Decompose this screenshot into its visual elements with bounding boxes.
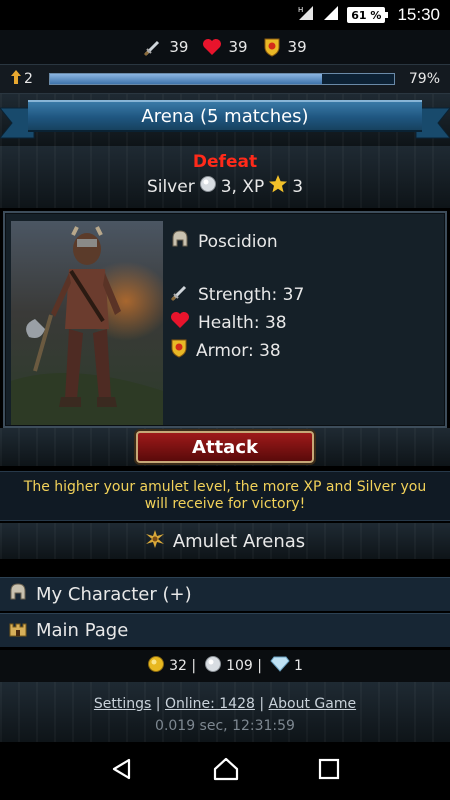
gold-amount: 32 | (169, 658, 197, 674)
about-link[interactable]: About Game (269, 696, 357, 712)
health-stat: 39 (202, 37, 248, 57)
strength-stat: 39 (143, 37, 188, 57)
helmet-icon (170, 229, 190, 254)
back-icon[interactable] (110, 757, 134, 785)
level-value: 2 (24, 71, 33, 87)
attack-area: Attack (0, 428, 450, 466)
reward-line: Silver 3, XP 3 (0, 174, 450, 199)
sword-icon (143, 37, 163, 57)
opponent-health: Health: 38 (198, 312, 287, 333)
menu-main-page-label: Main Page (36, 620, 129, 641)
strength-value: 39 (169, 38, 189, 56)
currency-bar: 32 | 109 | 1 (0, 650, 450, 682)
silver-amount: 109 | (226, 658, 262, 674)
separator: | (155, 696, 161, 712)
menu-main-page[interactable]: Main Page (0, 613, 450, 647)
warrior-figure (11, 226, 163, 425)
opponent-health-row: Health: 38 (170, 311, 304, 334)
castle-icon (8, 618, 28, 643)
navigation-bar (0, 742, 450, 800)
battery-label: 61 % (351, 8, 382, 22)
opponent-portrait[interactable] (11, 221, 163, 425)
xp-star-icon (268, 174, 288, 199)
footer-links: Settings | Online: 1428 | About Game (0, 696, 450, 712)
opponent-strength-row: Strength: 37 (170, 282, 304, 307)
health-value: 39 (228, 38, 248, 56)
menu-my-character[interactable]: My Character (+) (0, 577, 450, 611)
opponent-armor-row: Armor: 38 (170, 338, 304, 363)
level-progress: 2 79% (0, 64, 450, 94)
arena-banner-area: Arena (5 matches) (0, 94, 450, 146)
xp-amount: 3 (292, 176, 304, 197)
amulet-arenas-label: Amulet Arenas (172, 530, 306, 552)
online-link[interactable]: Online: 1428 (165, 696, 255, 712)
amulet-icon (145, 529, 165, 554)
xp-bar-fill (49, 74, 322, 84)
opponent-card: Poscidion Strength: 37 Health: 38 Armor:… (3, 211, 447, 428)
opponent-name-row[interactable]: Poscidion (170, 229, 304, 254)
menu-my-character-label: My Character (+) (36, 584, 192, 605)
silver-coin-icon (199, 175, 217, 198)
gems-amount: 1 (293, 658, 303, 674)
opponent-info: Poscidion Strength: 37 Health: 38 Armor:… (170, 229, 304, 367)
clock: 15:30 (397, 5, 440, 24)
opponent-strength: Strength: 37 (198, 284, 305, 305)
shield-icon (262, 37, 282, 57)
armor-value: 39 (287, 38, 307, 56)
opponent-name: Poscidion (198, 231, 278, 252)
svg-text:H: H (298, 6, 303, 14)
footer: Settings | Online: 1428 | About Game 0.0… (0, 682, 450, 742)
xp-percent: 79% (408, 71, 440, 87)
opponent-armor: Armor: 38 (196, 340, 281, 361)
player-stats: 39 39 39 (0, 30, 450, 64)
separator: | (259, 696, 265, 712)
sword-icon (170, 282, 190, 307)
shield-icon (170, 338, 188, 363)
match-result: Defeat Silver 3, XP 3 (0, 146, 450, 208)
armor-stat: 39 (262, 37, 307, 57)
home-icon[interactable] (213, 757, 239, 785)
amulet-hint: The higher your amulet level, the more X… (0, 471, 450, 521)
silver-amount: 3, XP (220, 176, 265, 197)
helmet-icon (8, 582, 28, 607)
gold-coin-icon (147, 655, 165, 677)
recents-icon[interactable] (318, 758, 340, 784)
signal-bars-icon (323, 5, 339, 25)
silver-coin-icon (204, 655, 222, 677)
result-status: Defeat (192, 152, 258, 172)
signal-icon: H (297, 4, 315, 26)
xp-bar (48, 73, 395, 85)
diamond-icon (270, 656, 290, 676)
status-bar: H 61 % 15:30 (0, 0, 450, 30)
arena-title: Arena (5 matches) (28, 100, 422, 132)
level-up-arrow-icon (10, 69, 22, 89)
amulet-arenas-link[interactable]: Amulet Arenas (0, 523, 450, 559)
heart-icon (170, 311, 190, 334)
render-timing: 0.019 sec, 12:31:59 (155, 718, 295, 734)
silver-label: Silver (146, 176, 195, 197)
attack-button[interactable]: Attack (136, 431, 314, 463)
settings-link[interactable]: Settings (94, 696, 151, 712)
heart-icon (202, 37, 222, 57)
battery-indicator: 61 % (347, 7, 389, 23)
